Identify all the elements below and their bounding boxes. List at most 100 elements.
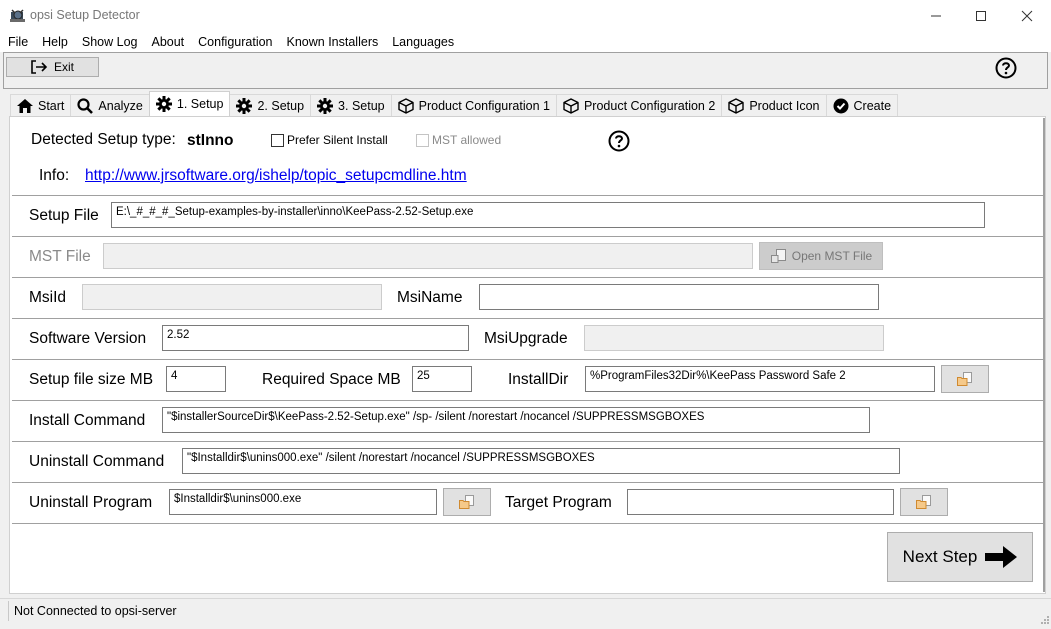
app-icon	[9, 8, 26, 24]
msiname-label: MsiName	[397, 289, 463, 306]
close-button[interactable]	[1004, 0, 1050, 32]
setup-size-label: Setup file size MB	[29, 371, 154, 388]
software-version-label: Software Version	[29, 330, 147, 347]
menu-show-log[interactable]: Show Log	[74, 35, 144, 49]
target-program-browse-button[interactable]	[900, 488, 948, 516]
minimize-icon	[931, 15, 941, 17]
target-program-input[interactable]	[627, 489, 894, 515]
tab-analyze[interactable]: Analyze	[70, 94, 150, 116]
tab-product-configuration-1[interactable]: Product Configuration 1	[390, 94, 557, 116]
setup-file-label: Setup File	[29, 207, 99, 224]
uninstall-command-label: Uninstall Command	[29, 453, 165, 470]
tab-1-setup[interactable]: 1. Setup	[148, 91, 231, 116]
installdir-input[interactable]: %ProgramFiles32Dir%\KeePass Password Saf…	[585, 366, 935, 392]
msiid-label: MsiId	[29, 289, 67, 306]
tab-label: Analyze	[98, 98, 143, 113]
info-label: Info:	[39, 167, 70, 184]
arrow-right-icon	[985, 546, 1018, 568]
next-step-label: Next Step	[902, 547, 978, 566]
box-icon	[563, 97, 579, 114]
detected-setup-label: Detected Setup type:	[31, 131, 176, 148]
uninstall-program-browse-button[interactable]	[443, 488, 491, 516]
msiupgrade-input[interactable]	[584, 325, 884, 351]
gear-icon	[236, 97, 253, 114]
search-icon	[77, 97, 94, 114]
mst-file-input[interactable]	[103, 243, 753, 269]
required-space-input[interactable]: 25	[412, 366, 472, 392]
uninstall-program-input[interactable]: $Installdir$\unins000.exe	[169, 489, 437, 515]
help-icon	[995, 57, 1017, 79]
next-step-button[interactable]: Next Step	[887, 532, 1033, 582]
resize-grip-icon	[1041, 616, 1049, 624]
menu-about[interactable]: About	[143, 35, 190, 49]
folder-open-icon	[916, 495, 931, 509]
close-icon	[1021, 10, 1033, 22]
minimize-button[interactable]	[913, 0, 959, 32]
connection-status: Not Connected to opsi-server	[14, 604, 177, 618]
menu-known-installers[interactable]: Known Installers	[279, 35, 385, 49]
menu-bar: File Help Show Log About Configuration K…	[0, 32, 1051, 52]
open-file-icon	[770, 249, 786, 263]
tab-create[interactable]: Create	[825, 94, 899, 116]
prefer-silent-label: Prefer Silent Install	[287, 133, 388, 147]
box-icon	[728, 97, 745, 114]
mst-file-label: MST File	[29, 248, 91, 265]
target-program-label: Target Program	[505, 494, 612, 511]
tab-label: Product Configuration 2	[583, 98, 716, 113]
install-command-label: Install Command	[29, 412, 146, 429]
menu-languages[interactable]: Languages	[384, 35, 460, 49]
menu-configuration[interactable]: Configuration	[190, 35, 278, 49]
tab-2-setup[interactable]: 2. Setup	[229, 94, 312, 116]
installdir-label: InstallDir	[508, 371, 569, 388]
divider	[12, 359, 1044, 360]
uninstall-program-label: Uninstall Program	[29, 494, 153, 511]
tab-start[interactable]: Start	[10, 94, 72, 116]
maximize-icon	[976, 11, 986, 21]
tab-label: 2. Setup	[257, 98, 305, 113]
resize-grip[interactable]	[1040, 611, 1049, 624]
tab-label: 3. Setup	[338, 98, 385, 113]
tab-product-icon[interactable]: Product Icon	[721, 94, 827, 116]
status-separator	[8, 601, 9, 621]
folder-open-icon	[957, 372, 972, 386]
setup-panel-frame	[11, 118, 1045, 592]
msiid-input[interactable]	[82, 284, 382, 310]
required-space-label: Required Space MB	[262, 371, 401, 388]
mst-allowed-checkbox[interactable]	[416, 134, 429, 147]
tab-3-setup[interactable]: 3. Setup	[310, 94, 392, 116]
tab-label: Product Configuration 1	[418, 98, 550, 113]
tab-label: Product Icon	[749, 98, 820, 113]
folder-open-icon	[459, 495, 474, 509]
setup-file-input[interactable]: E:\_#_#_#_Setup-examples-by-installer\in…	[111, 202, 985, 228]
tab-label: 1. Setup	[176, 97, 224, 111]
gear-icon	[317, 97, 334, 114]
help-button[interactable]	[995, 57, 1017, 79]
msiupgrade-label: MsiUpgrade	[484, 330, 568, 347]
setup-size-input[interactable]: 4	[166, 366, 226, 392]
installdir-browse-button[interactable]	[941, 365, 989, 393]
mst-allowed-label: MST allowed	[432, 133, 502, 147]
toolbar	[3, 52, 1048, 89]
uninstall-command-input[interactable]: "$Installdir$\unins000.exe" /silent /nor…	[182, 448, 900, 474]
info-link[interactable]: http://www.jrsoftware.org/ishelp/topic_s…	[85, 167, 467, 185]
tab-label: Create	[853, 98, 892, 113]
divider	[12, 195, 1044, 196]
msiname-input[interactable]	[479, 284, 879, 310]
title-bar	[0, 0, 1051, 32]
software-version-input[interactable]: 2.52	[162, 325, 469, 351]
divider	[12, 236, 1044, 237]
prefer-silent-checkbox[interactable]	[271, 134, 284, 147]
setup-help-button[interactable]	[608, 130, 630, 152]
open-mst-file-button[interactable]: Open MST File	[759, 242, 883, 270]
menu-help[interactable]: Help	[34, 35, 74, 49]
help-icon	[608, 130, 630, 152]
box-icon	[397, 97, 414, 114]
open-mst-file-label: Open MST File	[791, 249, 873, 263]
maximize-button[interactable]	[958, 0, 1004, 32]
tab-product-configuration-2[interactable]: Product Configuration 2	[555, 94, 723, 116]
menu-file[interactable]: File	[0, 35, 34, 49]
install-command-input[interactable]: "$installerSourceDir$\KeePass-2.52-Setup…	[162, 407, 870, 433]
exit-button[interactable]: Exit	[6, 57, 99, 77]
divider	[12, 400, 1044, 401]
gear-icon	[155, 96, 172, 112]
